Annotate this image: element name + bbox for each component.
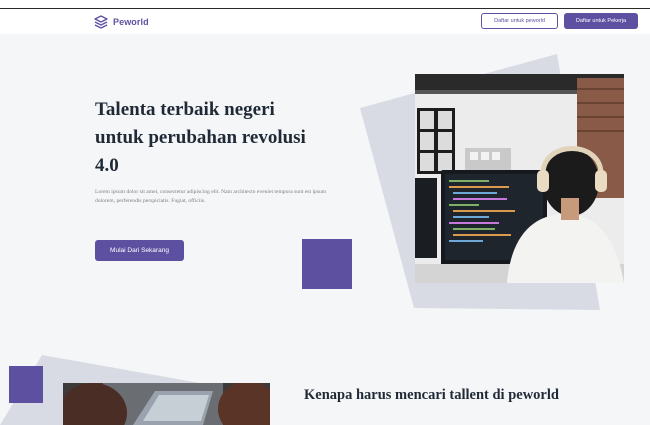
- hero-description: Lorem ipsum dolor sit amet, consectetur …: [95, 189, 327, 204]
- logo[interactable]: Peworld: [93, 14, 149, 30]
- start-now-button[interactable]: Mulai Dari Sekarang: [95, 240, 184, 261]
- team-laptop-photo: [63, 383, 270, 425]
- logo-text: Peworld: [113, 17, 149, 27]
- navbar: Peworld Daftar untuk peworld Daftar untu…: [0, 9, 650, 34]
- register-recruiter-button[interactable]: Daftar untuk Pekerja: [564, 13, 638, 29]
- hero-title: Talenta terbaik negeri untuk perubahan r…: [95, 99, 306, 176]
- layers-logo-icon: [94, 15, 108, 29]
- decorative-square: [302, 239, 352, 289]
- register-worker-button[interactable]: Daftar untuk peworld: [481, 13, 558, 29]
- decorative-square-left: [9, 366, 43, 403]
- developer-coding-photo: [415, 74, 624, 283]
- section2-title: Kenapa harus mencari tallent di peworld: [304, 387, 559, 403]
